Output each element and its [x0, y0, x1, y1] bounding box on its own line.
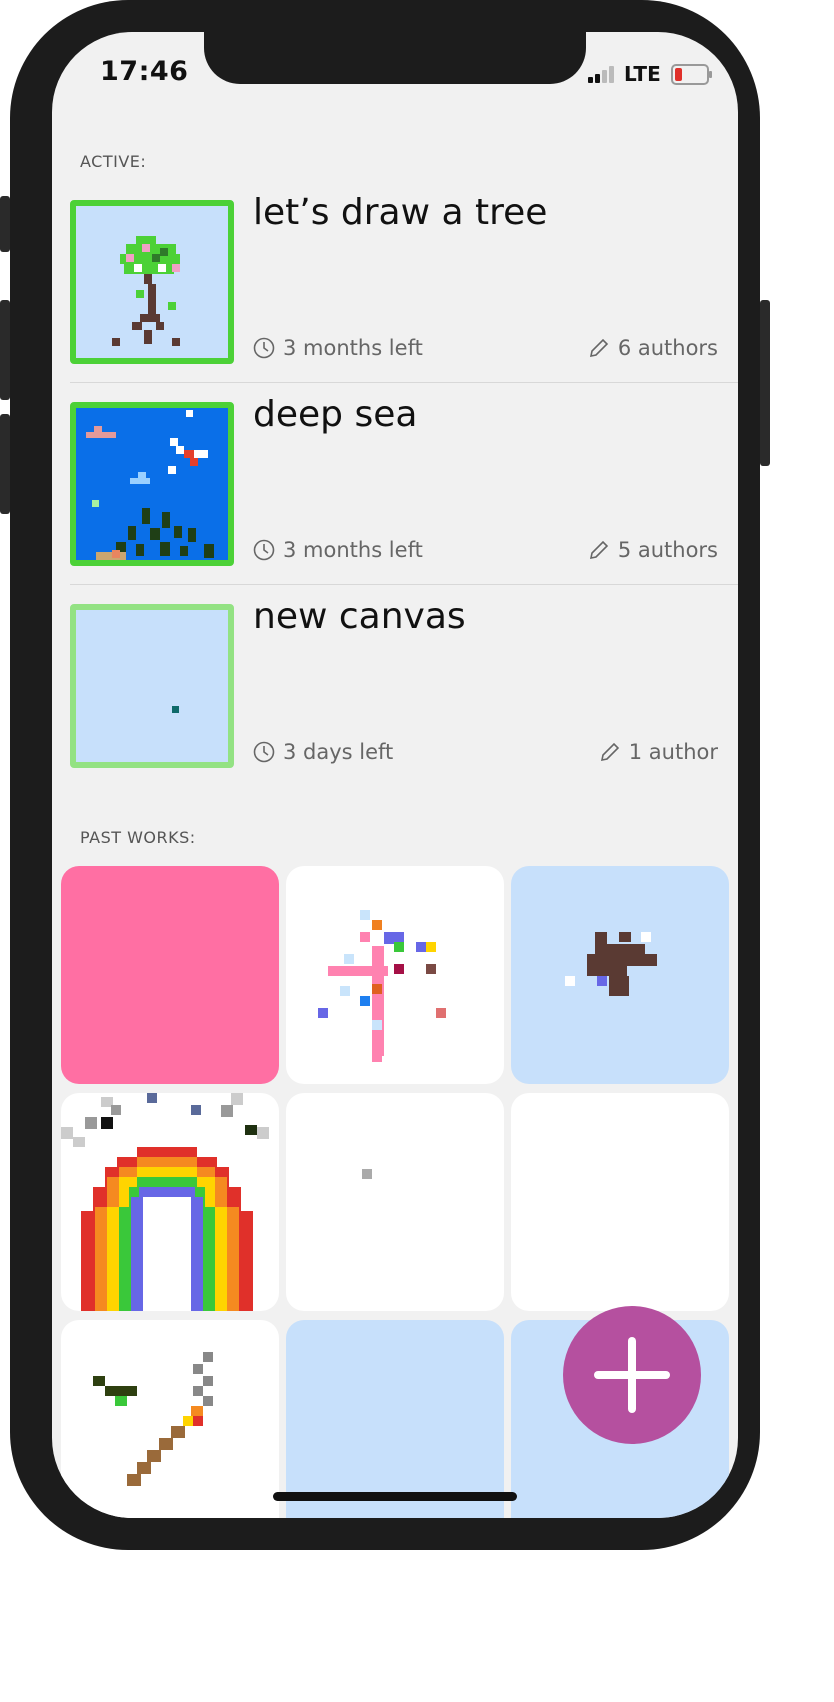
tree-drawing-image — [76, 206, 228, 358]
mute-switch — [0, 196, 10, 252]
status-time: 17:46 — [100, 56, 189, 87]
deep-sea-drawing-image — [76, 408, 228, 560]
time-left-label: 3 months left — [283, 538, 423, 562]
canvas-thumbnail[interactable] — [70, 604, 234, 768]
add-canvas-button[interactable] — [563, 1306, 701, 1444]
past-work-tile[interactable] — [286, 1320, 504, 1518]
active-item-new-canvas[interactable]: new canvas 3 days left 1 author — [70, 596, 738, 794]
plus-icon — [594, 1337, 670, 1413]
time-left: 3 months left — [253, 538, 423, 562]
authors-label: 1 author — [628, 740, 718, 764]
row-divider — [70, 584, 738, 585]
time-left-label: 3 months left — [283, 336, 423, 360]
active-item-tree[interactable]: let’s draw a tree 3 months left 6 author… — [70, 192, 738, 390]
past-section-label: PAST WORKS: — [80, 828, 196, 847]
rainbow-artwork-image — [61, 1093, 269, 1311]
status-indicators: LTE — [588, 62, 712, 86]
time-left: 3 days left — [253, 740, 393, 764]
canvas-thumbnail[interactable] — [70, 200, 234, 364]
screen: 17:46 LTE ACTIVE: let’s draw a tree 3 mo… — [52, 32, 738, 1518]
new-canvas-drawing-image — [76, 610, 228, 762]
notch — [204, 32, 586, 84]
active-section-label: ACTIVE: — [80, 152, 147, 171]
authors-count: 5 authors — [588, 538, 718, 562]
canvas-title: let’s draw a tree — [253, 192, 548, 233]
authors-label: 5 authors — [617, 538, 718, 562]
volume-up-button — [0, 300, 10, 400]
past-work-tile[interactable] — [61, 1093, 279, 1311]
battery-icon — [670, 63, 712, 85]
active-item-deep-sea[interactable]: deep sea 3 months left 5 authors — [70, 394, 738, 592]
time-left: 3 months left — [253, 336, 423, 360]
past-work-tile[interactable] — [61, 1320, 279, 1518]
volume-down-button — [0, 414, 10, 514]
clock-icon — [253, 741, 275, 763]
artwork-image — [93, 1352, 213, 1486]
canvas-title: deep sea — [253, 394, 418, 435]
past-work-tile[interactable] — [286, 866, 504, 1084]
artwork-image — [362, 1169, 372, 1179]
artwork-image — [565, 932, 657, 996]
time-left-label: 3 days left — [283, 740, 394, 764]
authors-label: 6 authors — [617, 336, 718, 360]
signal-icon — [588, 65, 614, 83]
artwork-image — [318, 910, 446, 1062]
canvas-title: new canvas — [253, 596, 466, 637]
pencil-icon — [600, 742, 619, 762]
canvas-thumbnail[interactable] — [70, 402, 234, 566]
past-work-tile[interactable] — [286, 1093, 504, 1311]
pencil-icon — [589, 540, 608, 560]
network-label: LTE — [624, 62, 661, 86]
home-indicator[interactable] — [273, 1492, 517, 1501]
authors-count: 1 author — [599, 740, 718, 764]
clock-icon — [253, 539, 275, 561]
phone-frame: 17:46 LTE ACTIVE: let’s draw a tree 3 mo… — [0, 0, 770, 1550]
past-work-tile[interactable] — [511, 866, 729, 1084]
pencil-icon — [589, 338, 608, 358]
row-divider — [70, 382, 738, 383]
clock-icon — [253, 337, 275, 359]
authors-count: 6 authors — [588, 336, 718, 360]
power-button — [760, 300, 770, 466]
past-work-tile[interactable] — [61, 866, 279, 1084]
past-work-tile[interactable] — [511, 1093, 729, 1311]
